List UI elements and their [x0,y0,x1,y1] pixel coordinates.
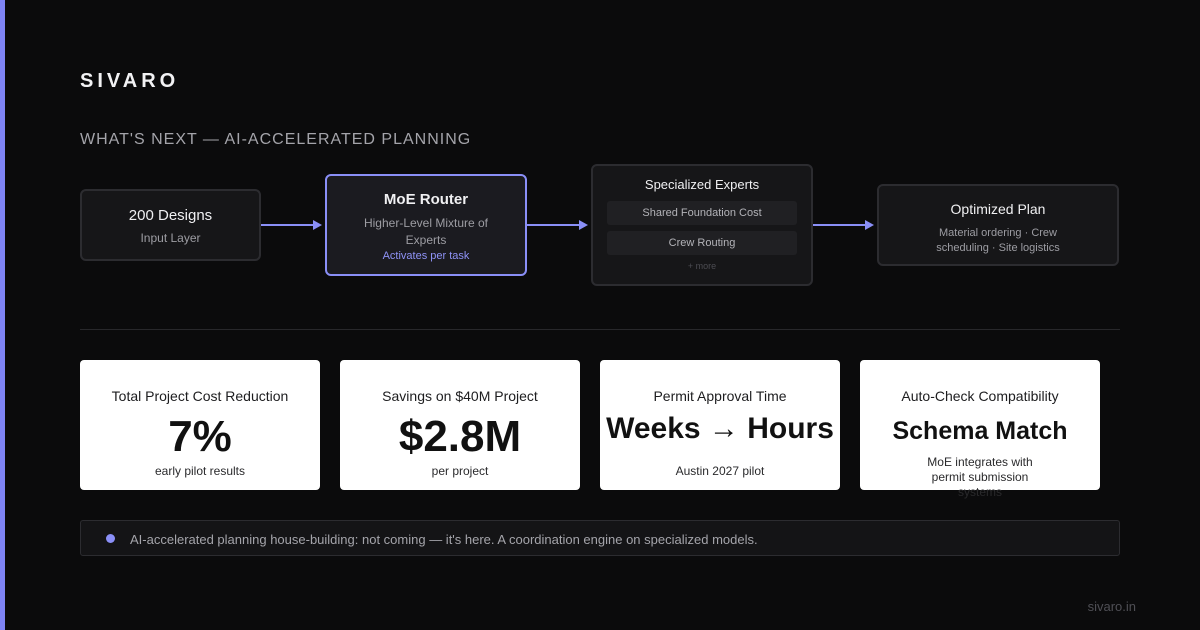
node-subtitle: Input Layer [140,231,201,245]
metric-card-cost-reduction: Total Project Cost Reduction 7% early pi… [80,360,320,490]
metric-label: Permit Approval Time [653,388,787,404]
metric-value: 7% [168,412,232,461]
metric-note: Austin 2027 pilot [675,464,765,478]
metric-note: MoE integrates with permit submission sy… [927,455,1033,499]
node-title: Optimized Plan [950,201,1046,217]
metric-label: Total Project Cost Reduction [111,388,289,404]
flow-node-input: 200 Designs Input Layer [80,189,261,261]
footer-url: sivaro.in [1087,599,1136,614]
flow-node-experts: Specialized Experts Shared Foundation Co… [591,164,813,286]
metric-label: Auto-Check Compatibility [901,388,1059,404]
flow-node-plan: Optimized Plan Material ordering · Crew … [877,184,1119,266]
node-title: Specialized Experts [644,177,760,192]
node-tag: Activates per task [382,250,470,262]
expert-item: Shared Foundation Cost [607,201,797,225]
metric-card-compatibility: Auto-Check Compatibility Schema Match Mo… [860,360,1100,499]
expert-more: + more [687,261,717,271]
section-divider [80,329,1120,330]
banner-text: AI-accelerated planning house-building: … [130,532,758,547]
bullet-dot [106,534,115,543]
metric-card-savings: Savings on $40M Project $2.8M per projec… [340,360,580,490]
node-title: MoE Router [383,191,469,208]
expert-item: Crew Routing [607,231,797,255]
metric-value: Weeks → Hours [606,412,834,445]
metric-note: early pilot results [154,464,246,478]
arrowhead-1 [313,220,322,230]
node-subtitle: Higher-Level Mixture of Experts [363,216,489,247]
metric-value: $2.8M [398,412,522,461]
summary-banner: AI-accelerated planning house-building: … [80,520,1120,556]
metric-value: Schema Match [892,417,1068,445]
metric-note: per project [431,464,489,478]
metric-card-permit-time: Permit Approval Time Weeks → Hours Austi… [600,360,840,490]
flow-node-router: MoE Router Higher-Level Mixture of Exper… [325,174,527,276]
arrowhead-2 [579,220,588,230]
arrowhead-3 [865,220,874,230]
node-title: 200 Designs [128,207,213,224]
node-subtitle: Material ordering · Crew scheduling · Si… [936,227,1060,254]
metric-label: Savings on $40M Project [382,388,538,404]
